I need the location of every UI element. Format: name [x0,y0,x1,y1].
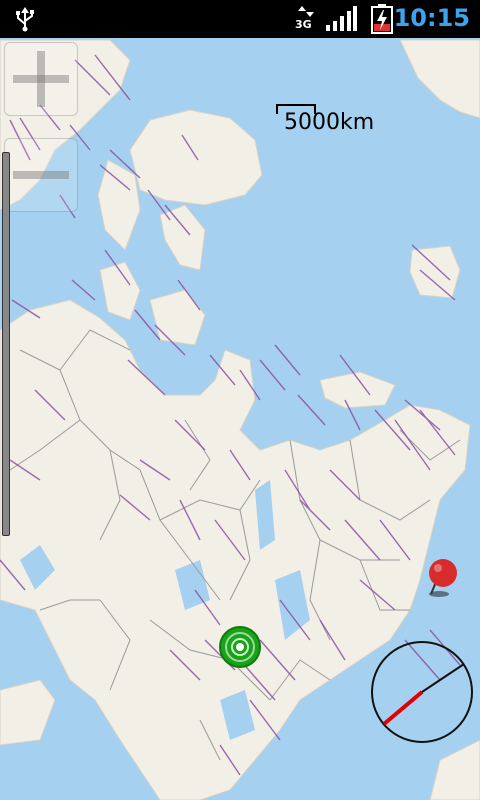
map-marker-pin[interactable] [425,558,459,598]
minus-icon [13,171,69,179]
status-clock: 10:15 [393,4,470,32]
zoom-out-button[interactable] [4,138,78,212]
scale-label: 5000km [284,110,375,135]
compass-icon[interactable] [370,640,474,744]
status-bar: 3G 10:15 [0,0,480,38]
zoom-slider[interactable] [2,152,10,536]
data-activity-icon [298,6,314,17]
battery-charging-icon [371,4,393,34]
network-type-label: 3G [295,18,312,31]
island-east [409,245,461,299]
current-location-icon[interactable] [218,625,262,669]
plus-icon [13,51,69,107]
zoom-in-button[interactable] [4,42,78,116]
usb-icon [16,7,34,32]
signal-strength-icon [326,6,357,31]
